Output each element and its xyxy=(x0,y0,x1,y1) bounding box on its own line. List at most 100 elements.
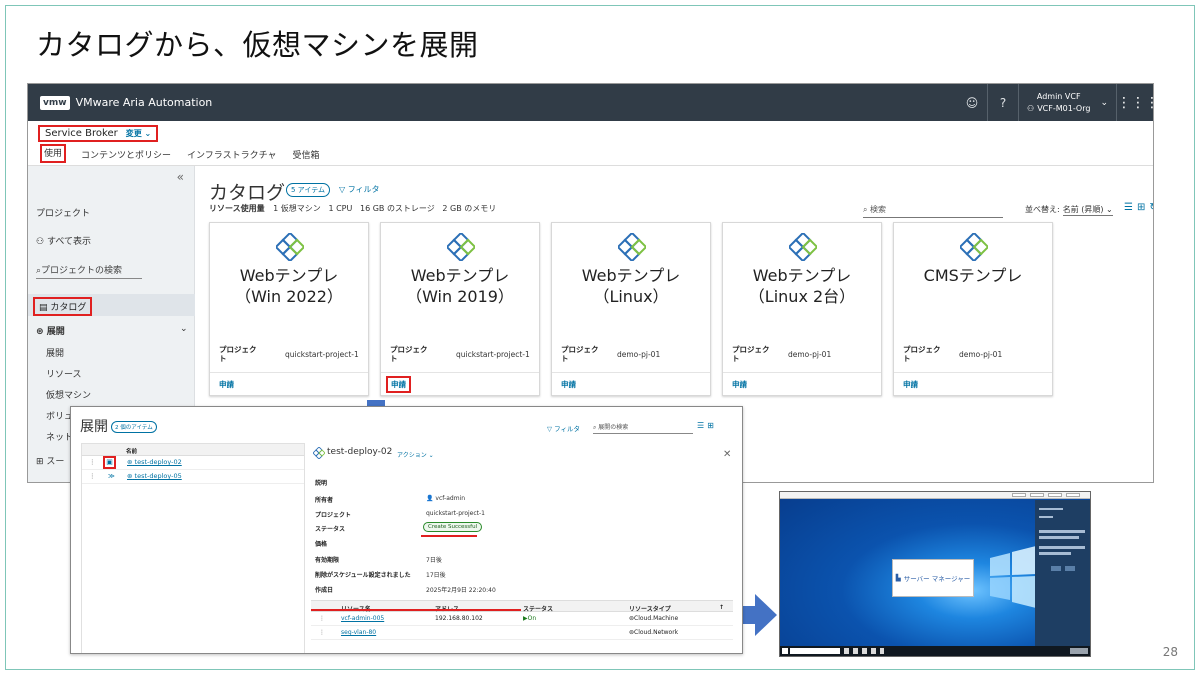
sidebar-item-catalog[interactable]: ▤ カタログ xyxy=(28,294,195,316)
filter-button[interactable]: ▽ フィルタ xyxy=(339,184,380,195)
toolbar-button[interactable] xyxy=(1048,493,1062,497)
catalog-card[interactable]: Webテンプレ （Linux） プロジェク ト demo-pj-01 申請 xyxy=(551,222,711,396)
start-icon[interactable] xyxy=(782,648,788,654)
catalog-item-name: Webテンプレ （Win 2019） xyxy=(406,266,514,306)
collapse-icon[interactable]: « xyxy=(177,170,184,184)
deployment-link[interactable]: ⊛ test-deploy-02 xyxy=(127,458,182,466)
sidebar-show-all[interactable]: ⚇ すべて表示 xyxy=(36,234,91,247)
catalog-card[interactable]: CMSテンプレ プロジェク ト demo-pj-01 申請 xyxy=(893,222,1053,396)
tab-infrastructure[interactable]: インフラストラクチャ xyxy=(186,148,277,165)
filter-icon: ▽ xyxy=(547,425,552,433)
resource-usage: リソース使用量 1 仮想マシン 1 CPU 16 GB のストレージ 2 GB … xyxy=(209,203,496,214)
refresh-icon[interactable]: ↻ xyxy=(1149,202,1153,213)
resource-link[interactable]: seg-vlan-80 xyxy=(341,629,376,636)
card-project-label: プロジェク ト xyxy=(903,345,941,363)
deployment-link[interactable]: ⊛ test-deploy-05 xyxy=(127,472,182,480)
network-no-button[interactable] xyxy=(1065,566,1075,571)
table-row[interactable]: ⋮ seg-vlan-80 ⊚Cloud.Network xyxy=(311,626,733,640)
tab-content-policies[interactable]: コンテンツとポリシー xyxy=(80,148,172,165)
sidebar-project-label: プロジェクト xyxy=(36,209,91,219)
user-menu[interactable]: Admin VCF ⚇ VCF-M01-Org ⌄ xyxy=(1019,91,1116,115)
list-view-icon[interactable]: ☰ xyxy=(1124,202,1137,213)
card-project-value: demo-pj-01 xyxy=(788,350,832,359)
service-change-link[interactable]: 変更 ⌄ xyxy=(126,128,152,139)
grid-view-icon[interactable]: ⊞ xyxy=(1137,202,1149,213)
owner-label: 所有者 xyxy=(315,497,334,504)
deploy-icon: ⊛ xyxy=(127,458,133,466)
row-menu-icon[interactable]: ⋮ xyxy=(89,472,96,480)
table-row[interactable]: ⋮ ▣ ⊛ test-deploy-02 xyxy=(82,456,304,470)
sidebar-item-deployments[interactable]: 展開 xyxy=(46,346,64,359)
actions-menu[interactable]: アクション ⌄ xyxy=(397,450,434,459)
taskbar-icons[interactable] xyxy=(844,648,884,654)
usage-vm: 1 仮想マシン xyxy=(273,204,321,213)
tab-consume[interactable]: 使用 xyxy=(40,144,67,163)
table-row[interactable]: ⋮ ≫ ⊛ test-deploy-05 xyxy=(82,470,304,484)
help-icon[interactable]: ? xyxy=(988,96,1018,110)
text-line xyxy=(1039,546,1085,549)
card-divider xyxy=(381,372,539,373)
vmw-logo: vmw xyxy=(40,95,70,110)
resource-link[interactable]: vcf-admin-005 xyxy=(341,615,384,622)
deployments-search-input[interactable]: ⌕ 展開の検索 xyxy=(593,422,693,434)
deployments-title: 展開 xyxy=(80,419,108,435)
sidebar-item-volumes[interactable]: ボリュ xyxy=(46,409,73,422)
service-name: Service Broker xyxy=(45,128,118,139)
service-switcher[interactable]: Service Broker 変更 ⌄ xyxy=(38,125,159,142)
tab-inbox[interactable]: 受信箱 xyxy=(292,148,321,165)
usage-memory: 2 GB のメモリ xyxy=(442,204,497,213)
deployments-filter-button[interactable]: ▽ フィルタ xyxy=(547,423,580,433)
request-button[interactable]: 申請 xyxy=(732,379,747,390)
deployments-view-toggle[interactable]: ☰⊞ xyxy=(697,421,717,430)
apps-grid-icon[interactable]: ⋮⋮⋮ xyxy=(1117,95,1153,111)
request-button[interactable]: 申請 xyxy=(219,379,234,390)
sort-control[interactable]: 並べ替え: 名前 (昇順) ⌄ xyxy=(1025,204,1113,216)
text-line xyxy=(1039,552,1071,555)
catalog-item-name: Webテンプレ （Win 2022） xyxy=(235,266,343,306)
view-toggle[interactable]: ☰⊞↻ xyxy=(1124,202,1153,213)
delete-schedule-label: 削除がスケジュール設定されました xyxy=(315,572,411,579)
delete-schedule-value: 17日後 xyxy=(426,572,446,579)
row-select-icon[interactable]: ▣ xyxy=(103,456,116,469)
sidebar-group-deploy[interactable]: ⊛ 展開 xyxy=(36,324,65,337)
sidebar-item-super[interactable]: ⊞ スー xyxy=(36,454,64,467)
sidebar-item-resources[interactable]: リソース xyxy=(46,367,82,380)
smiley-icon[interactable]: ☺ xyxy=(957,96,987,110)
deploy-icon: ⊛ xyxy=(127,472,133,480)
server-manager-tile[interactable]: ▙ サーバー マネージャー xyxy=(892,559,974,597)
sidebar-item-vms[interactable]: 仮想マシン xyxy=(46,388,91,401)
request-button[interactable]: 申請 xyxy=(386,376,411,393)
network-yes-button[interactable] xyxy=(1051,566,1061,571)
catalog-icon: ▤ xyxy=(39,303,48,313)
toolbar-button[interactable] xyxy=(1012,493,1026,497)
server-manager-icon: ▙ xyxy=(895,574,901,582)
catalog-card[interactable]: Webテンプレ （Win 2022） プロジェク ト quickstart-proj… xyxy=(209,222,369,396)
catalog-card[interactable]: Webテンプレ （Win 2019） プロジェク ト quickstart-proj… xyxy=(380,222,540,396)
status-badge: Create Successful xyxy=(423,522,483,532)
request-button[interactable]: 申請 xyxy=(903,379,918,390)
sort-up-icon[interactable]: ↑ xyxy=(719,604,724,611)
chevron-right-icon[interactable]: ≫ xyxy=(108,472,115,480)
sidebar-item-networks[interactable]: ネット xyxy=(46,430,73,443)
taskbar xyxy=(780,646,1090,656)
item-count-badge: 5 アイテム xyxy=(286,183,330,197)
catalog-search-input[interactable]: ⌕ 検索 xyxy=(863,204,1003,218)
text-line xyxy=(1039,508,1063,510)
taskbar-search[interactable] xyxy=(790,648,840,654)
user-name: Admin VCF xyxy=(1036,91,1081,101)
close-icon[interactable]: ✕ xyxy=(723,449,731,460)
resource-address: 192.168.80.102 xyxy=(435,615,483,622)
table-row[interactable]: ⋮ vcf-admin-005 192.168.80.102 ▶On ⊚Clou… xyxy=(311,612,733,626)
row-menu-icon[interactable]: ⋮ xyxy=(319,615,325,622)
toolbar-button[interactable] xyxy=(1030,493,1044,497)
row-menu-icon[interactable]: ⋮ xyxy=(89,458,96,466)
sort-select[interactable]: 名前 (昇順) xyxy=(1063,205,1104,214)
header-right: ☺ ? Admin VCF ⚇VCF-M01-Org ⌄ ⋮⋮⋮ xyxy=(957,84,1153,121)
chevron-down-icon[interactable]: ⌄ xyxy=(180,324,188,334)
row-menu-icon[interactable]: ⋮ xyxy=(319,629,325,636)
console-toolbar xyxy=(780,492,1090,499)
project-search-input[interactable]: ⌕プロジェクトの検索 xyxy=(36,263,142,279)
toolbar-button[interactable] xyxy=(1066,493,1080,497)
request-button[interactable]: 申請 xyxy=(561,379,576,390)
catalog-card[interactable]: Webテンプレ （Linux 2台） プロジェク ト demo-pj-01 申請 xyxy=(722,222,882,396)
